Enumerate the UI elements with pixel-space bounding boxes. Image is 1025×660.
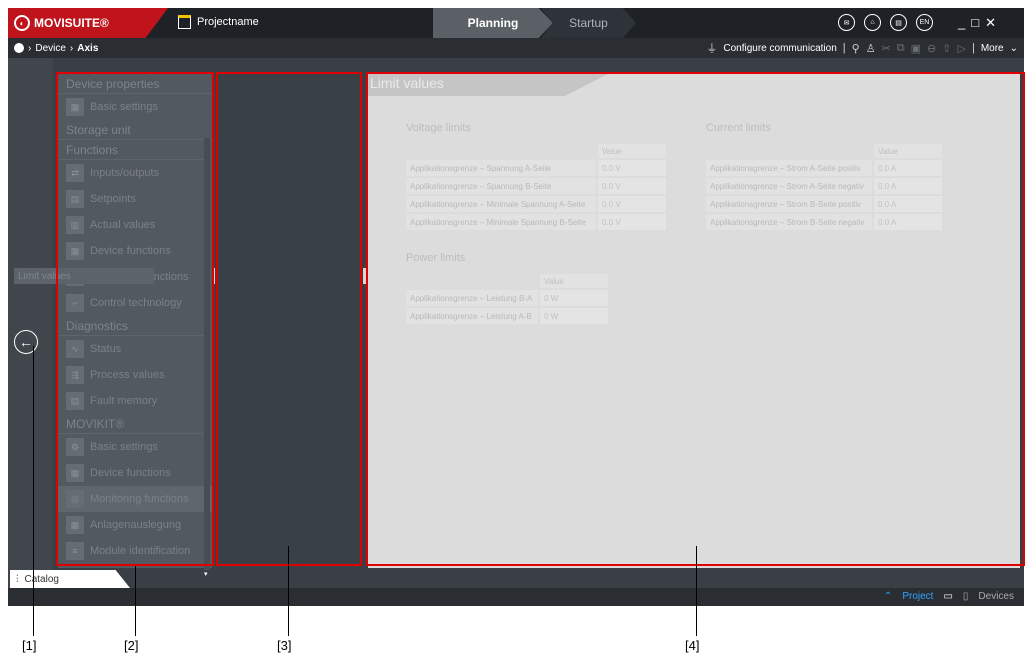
header-icons: ✉ ⌂ ▤ EN [838, 14, 933, 31]
catalog-tab[interactable]: ⫶ Catalog [10, 570, 130, 588]
callout-4: [4] [685, 638, 700, 653]
mail-icon[interactable]: ✉ [838, 14, 855, 31]
cut-icon[interactable]: ✂ [882, 42, 891, 55]
callout-1: [1] [22, 638, 37, 653]
highlight-box-4 [366, 72, 1025, 566]
tab-startup[interactable]: Startup [541, 8, 636, 38]
configure-communication-icon: ⏚ [706, 43, 718, 55]
user-icon[interactable]: ⌂ [864, 14, 881, 31]
title-bar: ◐ MOVISUITE® Projectname Planning Startup… [8, 8, 1024, 38]
leader-line-2 [135, 566, 136, 636]
pin-icon[interactable]: ⇧ [942, 42, 951, 55]
person-icon[interactable]: ♙ [866, 42, 876, 55]
highlight-box-3 [216, 72, 362, 566]
status-bar: ⌃ Project ▭ ▯ Devices [8, 588, 1024, 606]
breadcrumb-axis[interactable]: Axis [77, 43, 98, 54]
maximize-icon[interactable]: □ [971, 15, 979, 31]
configure-communication-button[interactable]: Configure communication [723, 43, 836, 54]
chevron-down-icon[interactable]: ⌄ [1010, 43, 1018, 54]
sew-logo-icon: ◐ [14, 15, 30, 31]
callout-3: [3] [277, 638, 292, 653]
device-icon[interactable]: ▯ [963, 591, 969, 602]
toolbar: ⏚ Configure communication | ⚲ ♙ ✂ ⧉ ▣ ⊖ … [706, 41, 1018, 56]
collapse-arrow-icon[interactable]: ← [14, 330, 38, 354]
remove-icon[interactable]: ⊖ [927, 42, 936, 55]
window-controls: _ □ ✕ [958, 15, 996, 31]
more-button[interactable]: More [981, 43, 1004, 54]
catalog-icon: ⫶ [16, 573, 19, 585]
copy-icon[interactable]: ⧉ [897, 42, 905, 55]
project-button[interactable]: Projectname [178, 15, 259, 29]
language-button[interactable]: EN [916, 14, 933, 31]
home-icon[interactable] [14, 43, 24, 53]
close-icon[interactable]: ✕ [985, 15, 996, 31]
devices-view-button[interactable]: Devices [978, 591, 1014, 602]
status-right: ⌃ Project ▭ ▯ Devices [884, 591, 1014, 602]
pointer-icon[interactable]: ▷ [957, 42, 965, 55]
doc-icon[interactable]: ▤ [890, 14, 907, 31]
minimize-icon[interactable]: _ [958, 15, 965, 31]
breadcrumb-bar: › Device › Axis ⏚ Configure communicatio… [8, 38, 1024, 58]
brand-logo: ◐ MOVISUITE® [8, 8, 168, 38]
breadcrumb-device[interactable]: Device [35, 43, 66, 54]
monitor-icon[interactable]: ▭ [943, 591, 952, 602]
project-icon [178, 15, 191, 29]
leader-line-3 [288, 546, 289, 636]
leader-line-1 [33, 346, 34, 636]
project-view-button[interactable]: Project [902, 591, 933, 602]
catalog-dropdown-icon[interactable]: ▾ [204, 570, 212, 582]
mode-tabs: Planning Startup [433, 8, 636, 38]
chevrons-up-icon: ⌃ [883, 591, 893, 602]
callout-2: [2] [124, 638, 139, 653]
collapsed-sidebar [8, 58, 53, 588]
leader-line-4 [696, 546, 697, 636]
paste-icon[interactable]: ▣ [911, 42, 921, 55]
highlight-box-2 [56, 72, 214, 566]
breadcrumb: › Device › Axis [8, 43, 98, 54]
connect-icon[interactable]: ⚲ [852, 42, 860, 55]
tab-planning[interactable]: Planning [433, 8, 553, 38]
